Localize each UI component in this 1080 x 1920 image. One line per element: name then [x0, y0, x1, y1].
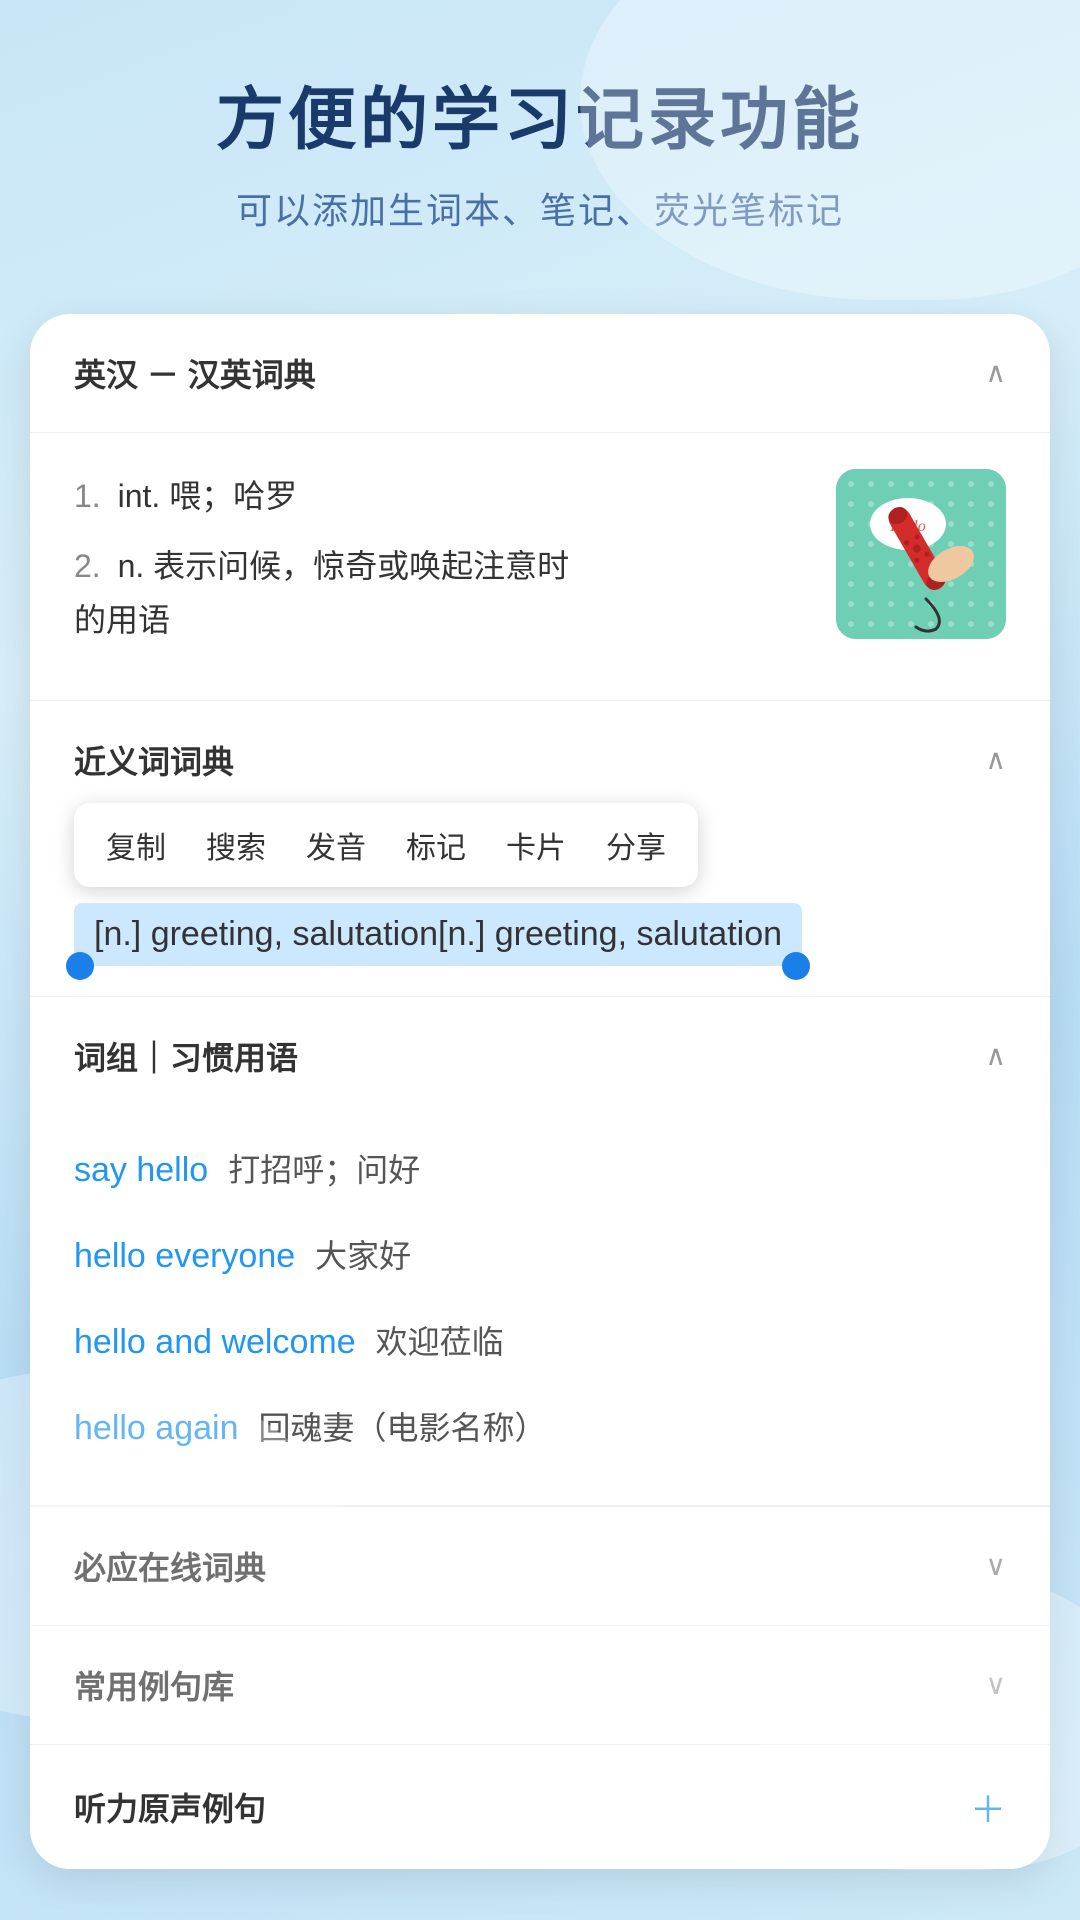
- header-subtitle: 可以添加生词本、笔记、荧光笔标记: [60, 182, 1020, 234]
- dict-section-title: 英汉 － 汉英词典: [74, 350, 316, 396]
- phrase-item-2[interactable]: hello everyone 大家好: [74, 1211, 1006, 1297]
- synonyms-header[interactable]: 近义词词典 ∧: [30, 701, 1050, 803]
- def-num-2: 2.: [74, 548, 101, 584]
- examples-section[interactable]: 常用例句库 ∨: [30, 1625, 1050, 1744]
- bing-section-title: 必应在线词典: [74, 1543, 266, 1589]
- phrase-en-3: hello and welcome: [74, 1323, 356, 1362]
- bing-chevron-icon: ∨: [986, 1549, 1007, 1582]
- synonyms-section: 近义词词典 ∧ 复制 搜索 发音 标记 卡片 分享 [n.] greeting,…: [30, 701, 1050, 997]
- selected-text-area: [n.] greeting, salutation[n.] greeting, …: [74, 903, 1006, 966]
- main-card: 英汉 － 汉英词典 ∧ 1. int. 喂；哈罗 2. n. 表示问候，惊奇或唤…: [30, 314, 1050, 1869]
- phrases-section: 词组｜习惯用语 ∧ say hello 打招呼；问好 hello everyon…: [30, 997, 1050, 1506]
- synonyms-chevron-icon: ∧: [986, 743, 1007, 776]
- selection-handle-right: [782, 952, 810, 980]
- menu-pronounce[interactable]: 发音: [306, 823, 366, 867]
- phrases-title: 词组｜习惯用语: [74, 1033, 298, 1079]
- menu-mark[interactable]: 标记: [406, 823, 466, 867]
- phrase-zh-3: 欢迎莅临: [376, 1317, 504, 1363]
- menu-search[interactable]: 搜索: [206, 823, 266, 867]
- phrases-header[interactable]: 词组｜习惯用语 ∧: [30, 997, 1050, 1115]
- def-item-2: 2. n. 表示问候，惊奇或唤起注意时的用语: [74, 539, 816, 648]
- phrase-en-1: say hello: [74, 1151, 208, 1190]
- phrase-zh-2: 大家好: [315, 1231, 411, 1277]
- phrase-en-4: hello again: [74, 1409, 238, 1448]
- audio-section-title: 听力原声例句: [74, 1784, 266, 1830]
- phrase-item-3[interactable]: hello and welcome 欢迎莅临: [74, 1297, 1006, 1383]
- audio-plus-icon[interactable]: ＋: [970, 1781, 1006, 1833]
- def-num-1: 1.: [74, 478, 101, 514]
- bing-section[interactable]: 必应在线词典 ∨: [30, 1506, 1050, 1625]
- header-title: 方便的学习记录功能: [60, 80, 1020, 162]
- dict-chevron-icon: ∧: [986, 356, 1007, 389]
- phrase-zh-4: 回魂妻（电影名称）: [258, 1403, 546, 1449]
- selection-handle-left: [66, 952, 94, 980]
- phrase-zh-1: 打招呼；问好: [228, 1145, 420, 1191]
- phrase-en-2: hello everyone: [74, 1237, 295, 1276]
- synonyms-title: 近义词词典: [74, 737, 234, 783]
- menu-card[interactable]: 卡片: [506, 823, 566, 867]
- menu-share[interactable]: 分享: [606, 823, 666, 867]
- phrases-chevron-icon: ∧: [986, 1039, 1007, 1072]
- dict-section-header[interactable]: 英汉 － 汉英词典 ∧: [30, 314, 1050, 433]
- examples-chevron-icon: ∨: [986, 1668, 1007, 1701]
- definition-area: 1. int. 喂；哈罗 2. n. 表示问候，惊奇或唤起注意时的用语: [30, 433, 1050, 701]
- def-pos-2: n. 表示问候，惊奇或唤起注意时的用语: [74, 548, 569, 638]
- def-item-1: 1. int. 喂；哈罗: [74, 469, 816, 523]
- audio-section[interactable]: 听力原声例句 ＋: [30, 1744, 1050, 1869]
- phrase-item-4[interactable]: hello again 回魂妻（电影名称）: [74, 1383, 1006, 1469]
- context-menu: 复制 搜索 发音 标记 卡片 分享: [74, 803, 698, 887]
- phrase-item-1[interactable]: say hello 打招呼；问好: [74, 1125, 1006, 1211]
- selected-text[interactable]: [n.] greeting, salutation[n.] greeting, …: [74, 903, 802, 966]
- definition-text: 1. int. 喂；哈罗 2. n. 表示问候，惊奇或唤起注意时的用语: [74, 469, 816, 664]
- hello-illustration: Hello: [836, 469, 1006, 639]
- menu-copy[interactable]: 复制: [106, 823, 166, 867]
- phrase-list: say hello 打招呼；问好 hello everyone 大家好 hell…: [30, 1115, 1050, 1505]
- def-pos-1: int. 喂；哈罗: [118, 478, 298, 514]
- examples-section-title: 常用例句库: [74, 1662, 234, 1708]
- header: 方便的学习记录功能 可以添加生词本、笔记、荧光笔标记: [0, 0, 1080, 274]
